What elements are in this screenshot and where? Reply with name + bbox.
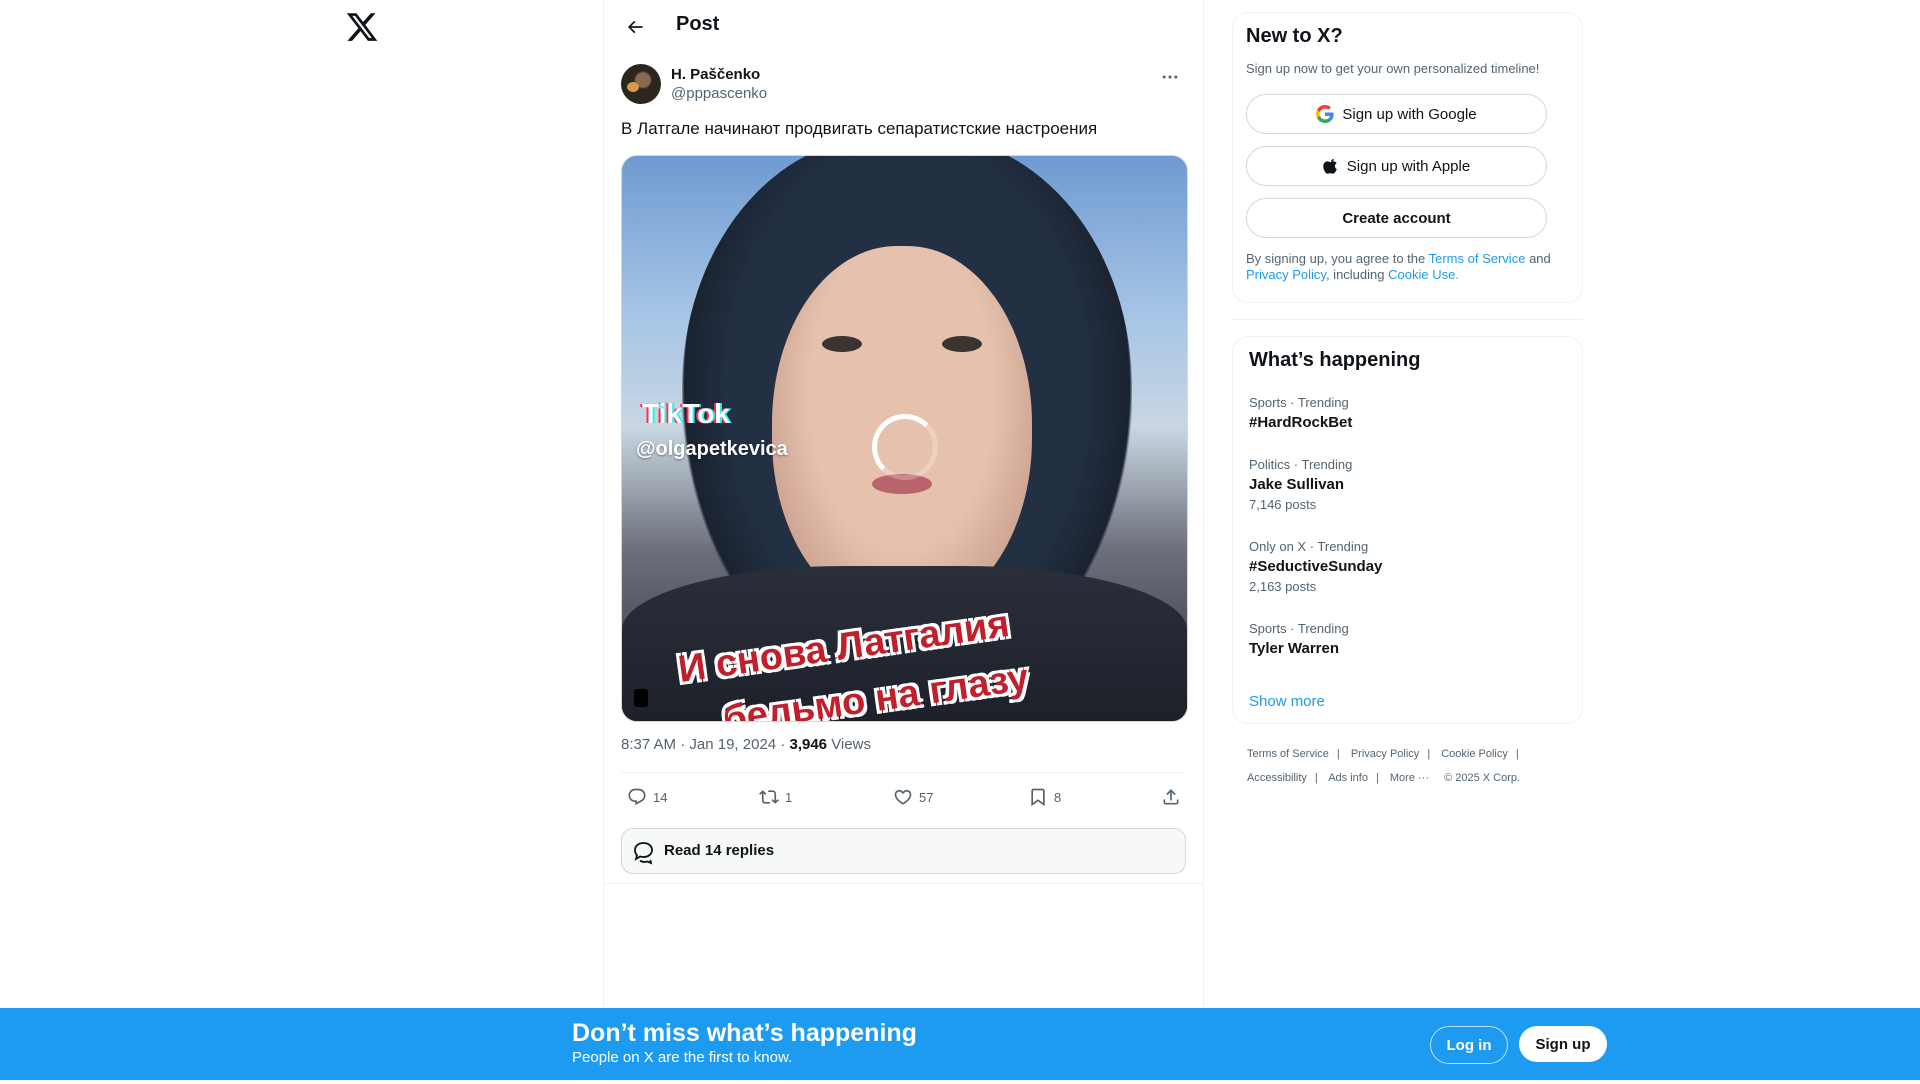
views-count: 3,946	[789, 736, 828, 753]
avatar[interactable]	[621, 64, 661, 104]
cookie-link[interactable]: Cookie Use.	[1388, 267, 1459, 282]
trend-name: #HardRockBet	[1249, 414, 1353, 431]
apple-icon	[1323, 158, 1338, 174]
heart-icon	[894, 789, 912, 805]
reply-icon	[628, 788, 646, 806]
show-more-link[interactable]: Show more	[1249, 693, 1325, 710]
bookmark-icon	[1031, 788, 1045, 807]
share-icon	[1163, 789, 1179, 805]
footer-separator: |	[1427, 748, 1431, 760]
like-count: 57	[919, 789, 934, 805]
signup-subtitle: Sign up now to get your own personalized…	[1246, 61, 1540, 76]
footer-links: Terms of Service | Privacy Policy | Cookie…	[1232, 742, 1567, 790]
like-button[interactable]: 57	[893, 787, 933, 807]
signup-card: New to X? Sign up now to get your own pe…	[1232, 12, 1583, 303]
left-nav	[0, 0, 603, 1084]
signup-apple-button[interactable]: Sign up with Apple	[1246, 146, 1547, 186]
footer-link-accessibility[interactable]: Accessibility	[1247, 772, 1307, 784]
google-icon	[1316, 105, 1334, 123]
video-control-icon[interactable]	[634, 689, 648, 707]
bookmark-count: 8	[1054, 789, 1062, 805]
video-frame-eye-left	[822, 336, 862, 352]
banner-subtitle: People on X are the first to know.	[572, 1049, 793, 1066]
trending-card: What’s happening Sports · Trending #Hard…	[1232, 336, 1583, 724]
legal-text: , including	[1325, 267, 1385, 282]
share-button[interactable]	[1161, 787, 1181, 807]
footer-link-privacy[interactable]: Privacy Policy	[1351, 748, 1419, 760]
trend-posts: 2,163 posts	[1249, 579, 1317, 594]
login-button[interactable]: Log in	[1430, 1026, 1508, 1064]
repost-count: 1	[785, 789, 793, 805]
author-name[interactable]: H. Paščenko	[671, 66, 760, 83]
signup-apple-label: Sign up with Apple	[1346, 157, 1471, 175]
signup-title: New to X?	[1246, 25, 1343, 47]
terms-link[interactable]: Terms of Service	[1429, 251, 1526, 266]
trend-category: Politics · Trending	[1249, 457, 1353, 472]
author-handle[interactable]: @pppascenko	[671, 85, 767, 102]
loading-spinner-icon	[872, 414, 938, 480]
legal-text: and	[1529, 251, 1551, 266]
tiktok-handle-watermark: @olgapetkevica	[636, 438, 788, 460]
post-video[interactable]: TikTok @olgapetkevica И снова Латгалия б…	[621, 155, 1188, 722]
read-replies-label: Read 14 replies	[664, 842, 775, 859]
footer-separator: |	[1336, 748, 1340, 760]
trend-posts: 7,146 posts	[1249, 497, 1317, 512]
post-author: H. Paščenko @pppascenko	[621, 64, 1186, 108]
post-header: Post	[604, 0, 1203, 53]
footer-link-terms[interactable]: Terms of Service	[1247, 748, 1329, 760]
reply-button[interactable]: 14	[627, 787, 667, 807]
footer-link-ads[interactable]: Ads info	[1328, 772, 1368, 784]
trend-item[interactable]: Only on X · Trending #SeductiveSunday 2,…	[1249, 539, 1569, 594]
signup-google-button[interactable]: Sign up with Google	[1246, 94, 1547, 134]
banner-title: Don’t miss what’s happening	[572, 1019, 917, 1047]
more-options-icon[interactable]	[1154, 66, 1186, 88]
trend-name: Jake Sullivan	[1249, 476, 1345, 493]
meta-separator: ·	[680, 736, 690, 753]
main-column: Post H. Paščenko @pppascenko В Латгале н…	[603, 0, 1204, 1010]
trend-name: #SeductiveSunday	[1249, 558, 1383, 575]
trend-name: Tyler Warren	[1249, 640, 1340, 657]
x-logo-icon[interactable]	[345, 10, 379, 44]
privacy-link[interactable]: Privacy Policy	[1246, 267, 1326, 282]
footer-separator: |	[1314, 772, 1318, 784]
signup-button[interactable]: Sign up	[1519, 1026, 1607, 1062]
replies-bubble-icon	[634, 842, 653, 865]
post-date[interactable]: Jan 19, 2024	[689, 736, 776, 753]
trending-title: What’s happening	[1249, 349, 1421, 371]
create-account-label: Create account	[1342, 209, 1451, 227]
tiktok-watermark: TikTok	[642, 398, 730, 429]
footer-separator: |	[1515, 748, 1519, 760]
reply-count: 14	[653, 789, 668, 805]
signup-legal: By signing up, you agree to the Terms of…	[1246, 251, 1571, 283]
back-arrow-icon[interactable]	[621, 13, 649, 41]
trend-item[interactable]: Sports · Trending Tyler Warren	[1249, 621, 1569, 657]
divider	[604, 883, 1203, 884]
post-meta: 8:37 AM · Jan 19, 2024 · 3,946 Views	[621, 736, 871, 753]
legal-text: By signing up, you agree to the	[1246, 251, 1426, 266]
footer-link-more[interactable]: More ···	[1390, 772, 1429, 784]
trend-item[interactable]: Sports · Trending #HardRockBet	[1249, 395, 1569, 431]
trend-category: Only on X · Trending	[1249, 539, 1369, 554]
trend-category: Sports · Trending	[1249, 621, 1349, 636]
post-actions: 14 1 57 8	[621, 772, 1186, 825]
create-account-button[interactable]: Create account	[1246, 198, 1547, 238]
divider	[1232, 319, 1583, 320]
trend-item[interactable]: Politics · Trending Jake Sullivan 7,146 …	[1249, 457, 1569, 512]
read-replies-button[interactable]: Read 14 replies	[621, 828, 1186, 874]
footer-copyright: © 2025 X Corp.	[1444, 772, 1521, 784]
right-sidebar: New to X? Sign up now to get your own pe…	[1232, 12, 1583, 790]
footer-link-cookie[interactable]: Cookie Policy	[1441, 748, 1508, 760]
video-frame-eye-right	[942, 336, 982, 352]
bookmark-button[interactable]: 8	[1028, 787, 1061, 807]
post-time[interactable]: 8:37 AM	[621, 736, 676, 753]
trend-category: Sports · Trending	[1249, 395, 1349, 410]
page-title: Post	[676, 13, 720, 35]
signup-google-label: Sign up with Google	[1342, 105, 1477, 123]
footer-separator: |	[1375, 772, 1379, 784]
views-label: Views	[831, 736, 871, 753]
repost-button[interactable]: 1	[759, 787, 792, 807]
repost-icon	[759, 790, 779, 804]
post-text: В Латгале начинают продвигать сепаратист…	[621, 119, 1098, 138]
signup-banner: Don’t miss what’s happening People on X …	[0, 1008, 1920, 1080]
